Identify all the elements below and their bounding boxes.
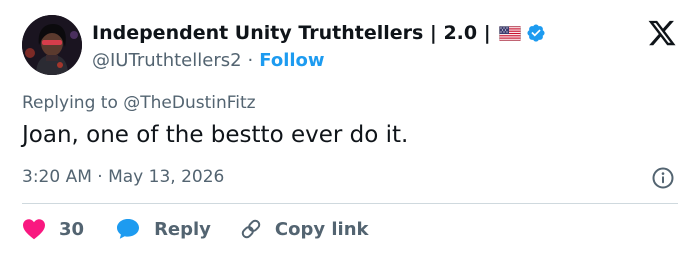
follow-button[interactable]: Follow [259, 50, 324, 71]
author-display-name[interactable]: Independent Unity Truthtellers | 2.0 | [92, 22, 491, 44]
author-handle[interactable]: @IUTruthtellers2 [92, 50, 242, 71]
avatar-image [22, 15, 82, 75]
tweet-text: Joan, one of the bestto ever do it. [22, 122, 409, 148]
author-handle-row: @IUTruthtellers2 · Follow [92, 48, 325, 72]
info-icon[interactable] [651, 166, 675, 190]
handle-separator: · [247, 49, 254, 71]
verified-badge-icon [526, 23, 546, 43]
action-divider [22, 203, 678, 204]
like-button[interactable]: 30 [22, 218, 84, 240]
avatar[interactable] [22, 15, 82, 75]
copy-link-button[interactable]: Copy link [239, 217, 369, 241]
reply-button[interactable]: Reply [116, 218, 211, 240]
x-logo-icon[interactable] [646, 18, 678, 48]
us-flag-icon [498, 25, 521, 41]
reply-bubble-icon [117, 219, 140, 239]
link-icon [241, 219, 261, 239]
heart-icon [23, 219, 45, 240]
author-name-row: Independent Unity Truthtellers | 2.0 | [92, 20, 546, 46]
reply-label: Reply [154, 218, 211, 240]
copy-link-label: Copy link [274, 218, 369, 240]
like-count: 30 [59, 218, 85, 240]
tweet-actions: 30 Reply Copy link [22, 216, 369, 242]
replying-to-text: Replying to @TheDustinFitz [22, 93, 256, 113]
tweet-timestamp[interactable]: 3:20 AM · May 13, 2026 [22, 167, 224, 187]
